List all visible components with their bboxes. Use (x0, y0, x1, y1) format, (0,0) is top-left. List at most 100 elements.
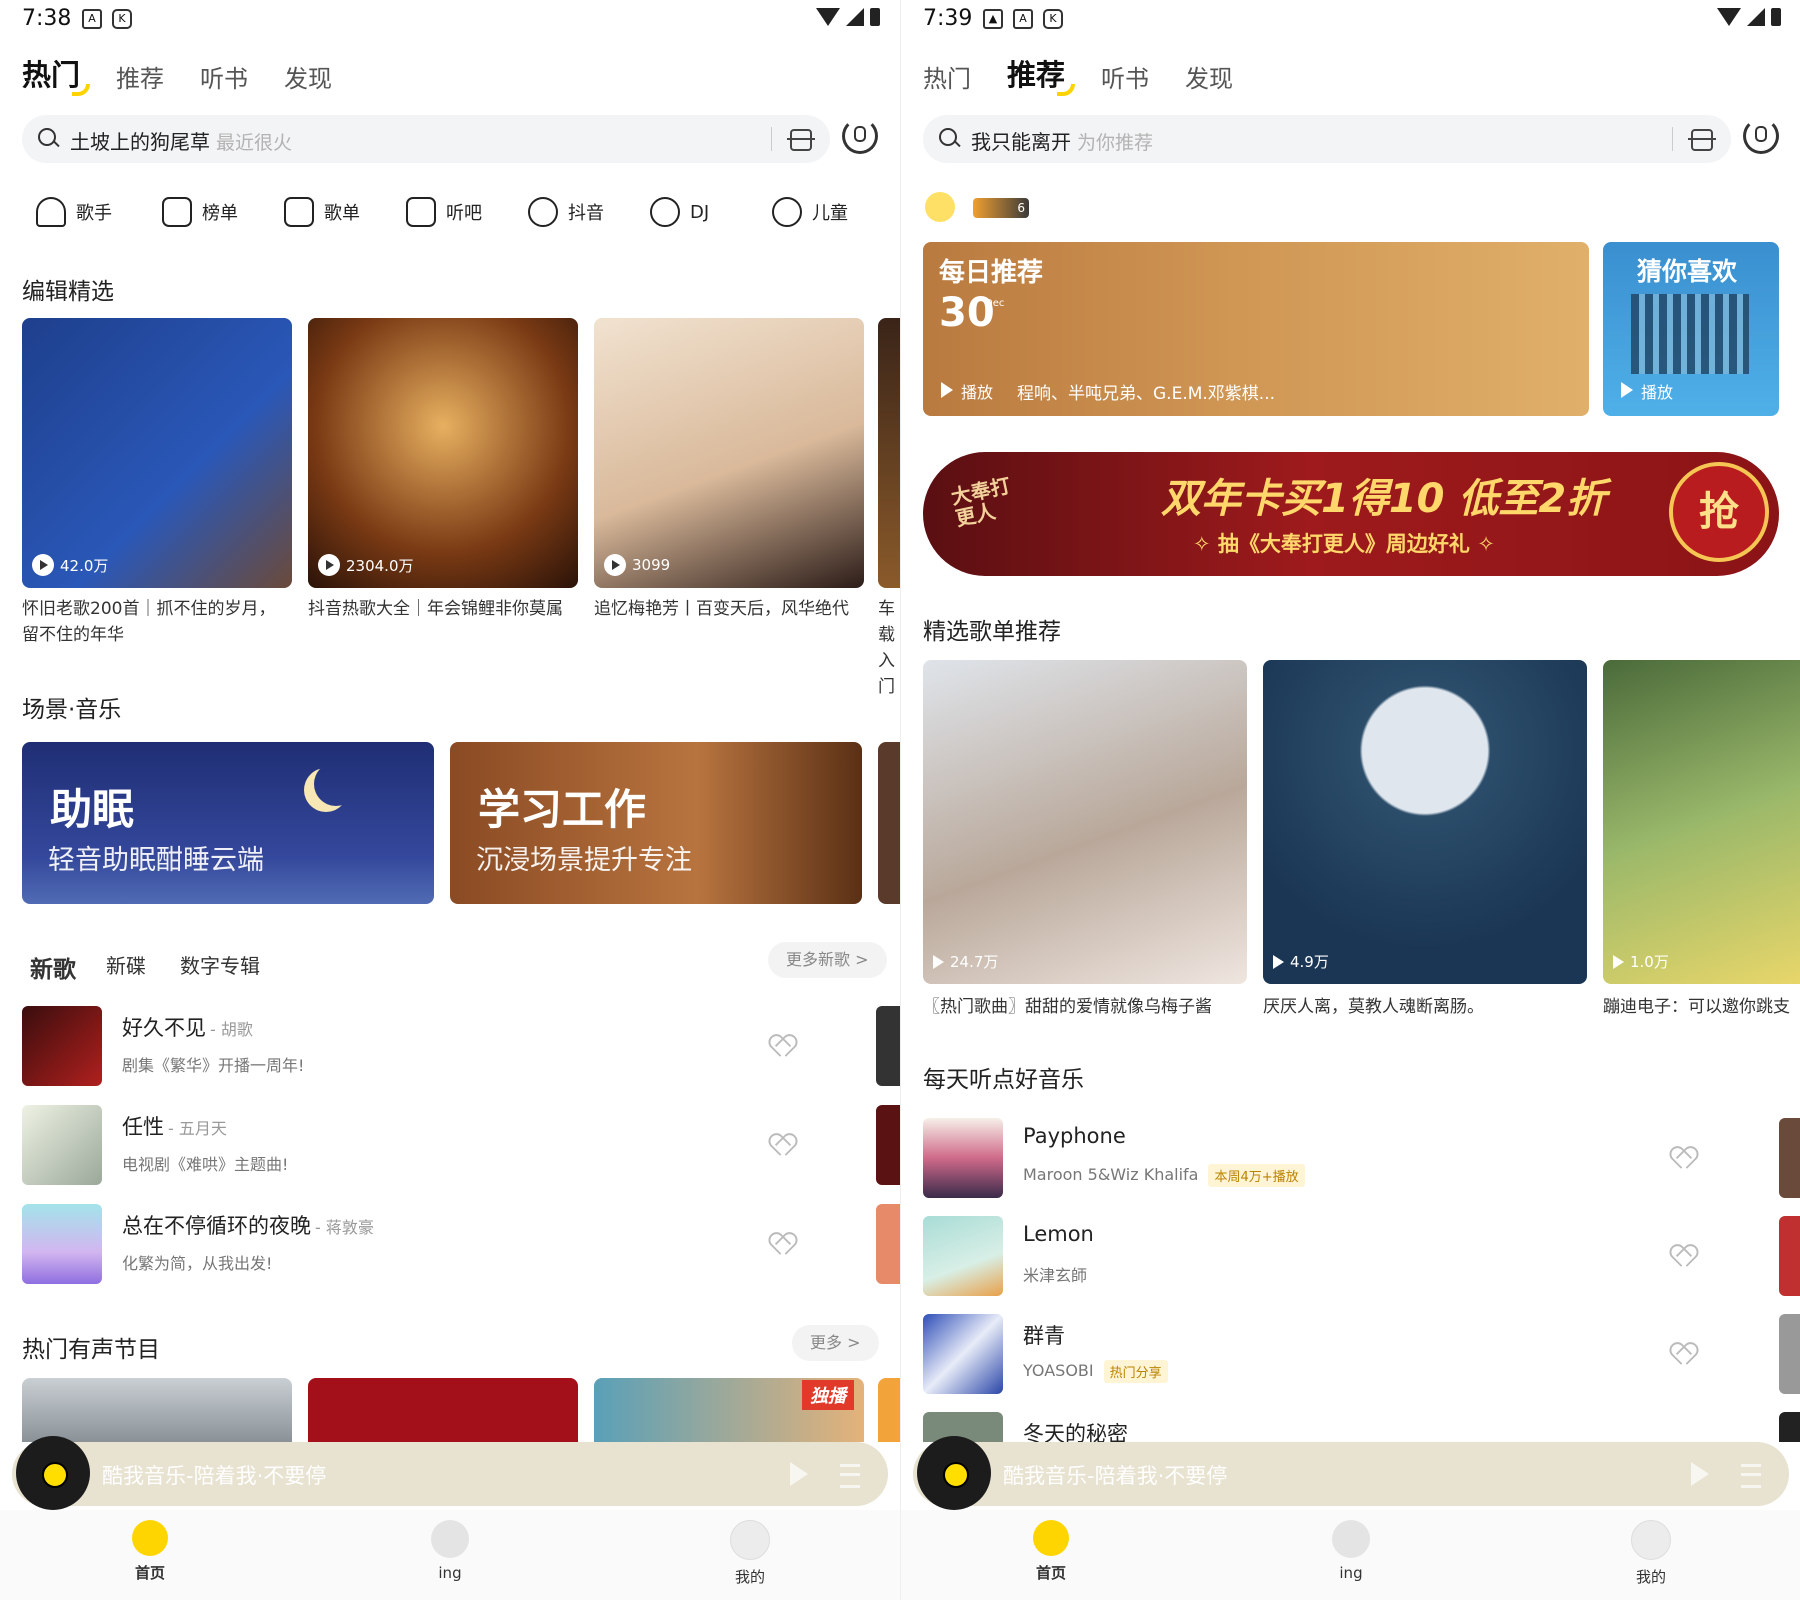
album-disc-icon[interactable] (917, 1436, 991, 1510)
playlist-icon[interactable] (1741, 1464, 1761, 1488)
song-name: 群青 (1023, 1324, 1065, 1348)
tab-audiobook[interactable]: 听书 (1101, 59, 1149, 94)
scene-card-partial[interactable] (878, 742, 900, 904)
mascot-icon[interactable] (925, 192, 955, 222)
category-dj[interactable]: DJ (650, 192, 709, 232)
nav-ing[interactable]: ing (1301, 1520, 1401, 1582)
song-row[interactable]: 冬天的秘密 (923, 1412, 1723, 1442)
section-audio-programs: 热门有声节目 (22, 1337, 160, 1363)
song-cover (923, 1314, 1003, 1394)
heart-icon[interactable] (770, 1036, 792, 1056)
scan-icon[interactable] (787, 129, 815, 151)
nav-mine[interactable]: 我的 (700, 1520, 800, 1587)
song-desc: 剧集《繁华》开播一周年! (122, 1056, 305, 1075)
right-screen: 7:39 ▲ A K 热门 推荐 听书 发现 我只能离开 为你推荐 6 每日推荐 … (900, 0, 1800, 1600)
song-cover-partial (1779, 1118, 1800, 1198)
search-hint: 为你推荐 (1077, 132, 1154, 154)
scene-title: 学习工作 (478, 785, 647, 834)
nav-home[interactable]: 首页 (100, 1520, 200, 1583)
scene-card-sleep[interactable]: 助眠 轻音助眠酣睡云端 (22, 742, 434, 904)
heart-icon[interactable] (1671, 1344, 1693, 1364)
nav-mine[interactable]: 我的 (1601, 1520, 1701, 1587)
daily-artists: 程响、半吨兄弟、G.E.M.邓紫棋... (1017, 384, 1276, 404)
category-playlists[interactable]: 歌单 (284, 192, 360, 232)
audio-card[interactable]: 独播 (594, 1378, 864, 1442)
vip-level-badge[interactable]: 6 (973, 198, 1029, 218)
song-row[interactable]: Payphone Maroon 5&Wiz Khalifa 本周4万+播放 (923, 1118, 1723, 1200)
album-disc-icon[interactable] (16, 1436, 90, 1510)
audio-card[interactable] (878, 1378, 900, 1442)
tab-hot[interactable]: 热门 (923, 59, 971, 94)
daily-day: 30 (939, 290, 995, 336)
heart-icon[interactable] (1671, 1148, 1693, 1168)
nav-label: 首页 (134, 1564, 165, 1582)
tab-hot[interactable]: 热门 (22, 52, 91, 96)
daily-recommend-card[interactable]: 每日推荐 30 Dec 播放 程响、半吨兄弟、G.E.M.邓紫棋... (923, 242, 1589, 416)
editor-card[interactable]: 42.0万 (22, 318, 292, 588)
tab-digital-albums[interactable]: 数字专辑 (180, 950, 260, 979)
daily-play-label[interactable]: 播放 (961, 379, 993, 403)
playlist-card[interactable]: 24.7万 (923, 660, 1247, 984)
left-screen: 7:38 A K 热门 推荐 听书 发现 土坡上的狗尾草 最近很火 歌手 榜单 歌… (0, 0, 900, 1600)
playlist-icon[interactable] (840, 1464, 860, 1488)
tab-new-songs[interactable]: 新歌 (30, 950, 76, 984)
music-recognize-icon[interactable] (1743, 118, 1779, 154)
play-button[interactable] (1691, 1462, 1709, 1486)
playlist-card[interactable]: 4.9万 (1263, 660, 1587, 984)
moon-icon (314, 762, 358, 806)
song-cover (923, 1216, 1003, 1296)
song-row[interactable]: Lemon 米津玄師 (923, 1216, 1723, 1298)
category-charts[interactable]: 榜单 (162, 192, 238, 232)
song-row[interactable]: 任性 - 五月天 电视剧《难哄》主题曲! (22, 1105, 822, 1187)
category-singer[interactable]: 歌手 (36, 192, 112, 232)
audio-card[interactable] (308, 1378, 578, 1442)
mini-player[interactable]: 酷我音乐-陪着我·不要停 (12, 1436, 888, 1510)
more-audio-button[interactable]: 更多 > (792, 1325, 879, 1361)
home-icon (1033, 1520, 1069, 1556)
play-icon (32, 554, 54, 576)
category-tingba[interactable]: 听吧 (406, 192, 482, 232)
category-kids[interactable]: 儿童 (772, 192, 848, 232)
heart-icon[interactable] (770, 1234, 792, 1254)
category-douyin[interactable]: 抖音 (528, 192, 604, 232)
song-artist: - 蒋敦豪 (315, 1218, 374, 1237)
tab-discover[interactable]: 发现 (284, 59, 332, 94)
home-icon (132, 1520, 168, 1556)
play-count-text: 4.9万 (1290, 953, 1329, 971)
nav-home[interactable]: 首页 (1001, 1520, 1101, 1583)
player-text: 酷我音乐-陪着我·不要停 (1003, 1464, 1228, 1488)
mini-player[interactable]: 酷我音乐-陪着我·不要停 (913, 1436, 1789, 1510)
playlist-card[interactable]: 1.0万 (1603, 660, 1800, 984)
scene-card-study[interactable]: 学习工作 沉浸场景提升专注 (450, 742, 862, 904)
search-input[interactable]: 土坡上的狗尾草 最近很火 (22, 115, 830, 163)
nav-ing[interactable]: ing (400, 1520, 500, 1582)
editor-card[interactable]: 2304.0万 (308, 318, 578, 588)
song-desc: 化繁为简，从我出发! (122, 1254, 273, 1273)
guess-you-like-card[interactable]: 猜你喜欢 播放 (1603, 242, 1779, 416)
tab-recommend[interactable]: 推荐 (1007, 52, 1076, 96)
card-title: 怀旧老歌200首｜抓不住的岁月，留不住的年华 (22, 599, 276, 645)
audio-card[interactable] (22, 1378, 292, 1442)
tab-audiobook[interactable]: 听书 (200, 59, 248, 94)
tab-recommend[interactable]: 推荐 (116, 59, 164, 94)
song-row[interactable]: 总在不停循环的夜晚 - 蒋敦豪 化繁为简，从我出发! (22, 1204, 822, 1286)
promo-banner[interactable]: 大奉打更人 双年卡买1得10 低至2折 ✧ 抽《大奉打更人》周边好礼 ✧ 抢 (923, 452, 1779, 576)
search-input[interactable]: 我只能离开 为你推荐 (923, 115, 1731, 163)
heart-icon[interactable] (770, 1135, 792, 1155)
song-name: 总在不停循环的夜晚 (122, 1214, 311, 1238)
editor-card[interactable]: 3099 (594, 318, 864, 588)
editor-card[interactable] (878, 318, 900, 588)
heart-icon[interactable] (1671, 1246, 1693, 1266)
banner-headline: 双年卡买1得10 低至2折 (1161, 476, 1607, 522)
banner-grab-button[interactable]: 抢 (1669, 462, 1769, 562)
song-row[interactable]: 好久不见 - 胡歌 剧集《繁华》开播一周年! (22, 1006, 822, 1088)
scan-icon[interactable] (1688, 129, 1716, 151)
tab-discover[interactable]: 发现 (1185, 59, 1233, 94)
play-button[interactable] (790, 1462, 808, 1486)
more-new-songs-button[interactable]: 更多新歌 > (768, 942, 887, 978)
tab-new-albums[interactable]: 新碟 (106, 950, 146, 979)
guess-play-label[interactable]: 播放 (1641, 379, 1673, 403)
song-row[interactable]: 群青 YOASOBI 热门分享 (923, 1314, 1723, 1396)
music-recognize-icon[interactable] (842, 118, 878, 154)
section-daily-music: 每天听点好音乐 (923, 1067, 1084, 1093)
